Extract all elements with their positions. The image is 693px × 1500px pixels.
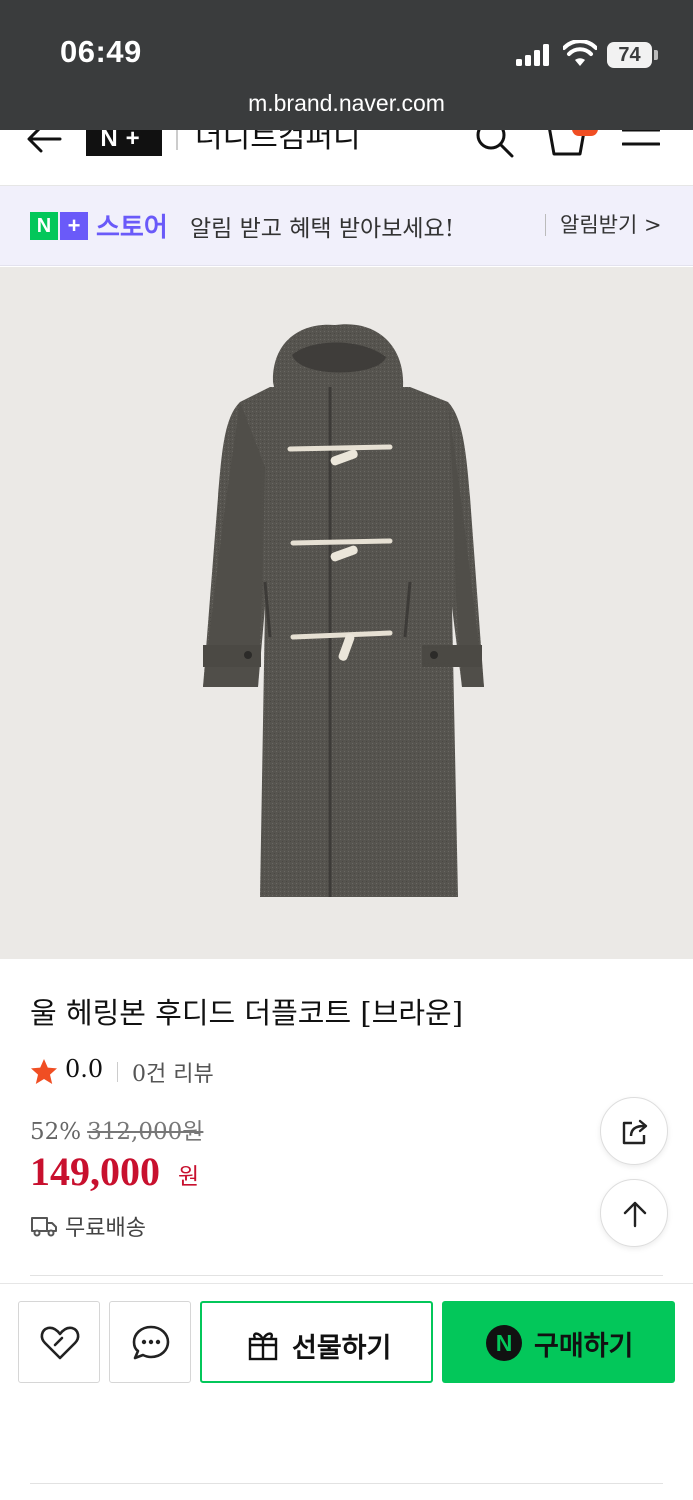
banner-message: 알림 받고 혜택 받아보세요! xyxy=(190,216,454,242)
search-icon[interactable] xyxy=(474,130,514,158)
product-image[interactable] xyxy=(0,267,693,959)
sale-price: 149,000 xyxy=(30,1149,160,1194)
arrow-up-icon xyxy=(623,1201,647,1228)
wishlist-button[interactable] xyxy=(18,1301,100,1383)
status-bar: 06:49 74 m.brand.naver.com xyxy=(0,0,693,130)
battery-nub xyxy=(654,50,658,60)
footer-divider xyxy=(30,1483,663,1484)
share-icon xyxy=(622,1119,648,1145)
cart-badge xyxy=(572,130,598,136)
review-count[interactable]: 0건 리뷰 xyxy=(132,1056,214,1088)
gift-label: 선물하기 xyxy=(292,1333,392,1364)
npay-icon: N xyxy=(486,1325,522,1361)
store-header: N+ 더니트컴퍼니 xyxy=(0,130,693,186)
buy-label: 구매하기 xyxy=(534,1331,634,1362)
chat-icon xyxy=(132,1325,170,1360)
address-bar-url[interactable]: m.brand.naver.com xyxy=(0,90,693,117)
heart-icon xyxy=(40,1326,80,1360)
store-logo-plus: + xyxy=(60,212,88,240)
scroll-top-button[interactable] xyxy=(600,1179,668,1247)
share-button[interactable] xyxy=(600,1097,668,1165)
original-price: 312,000원 xyxy=(87,1119,204,1145)
rating-separator xyxy=(117,1062,118,1082)
wifi-icon xyxy=(563,40,597,66)
back-arrow-icon[interactable] xyxy=(26,130,62,154)
sale-price-unit: 원 xyxy=(178,1164,200,1190)
brand-name[interactable]: 더니트컴퍼니 xyxy=(195,130,361,156)
nplus-logo[interactable]: N+ xyxy=(86,130,162,156)
bottom-action-bar: 선물하기 N 구매하기 xyxy=(0,1283,693,1393)
truck-icon xyxy=(31,1217,57,1237)
product-title: 울 헤링본 후디드 더플코트 [브라운] xyxy=(30,996,464,1030)
talk-button[interactable] xyxy=(109,1301,191,1383)
buy-button[interactable]: N 구매하기 xyxy=(442,1301,675,1383)
logo-divider xyxy=(176,130,178,150)
shipping-text: 무료배송 xyxy=(65,1216,146,1241)
menu-icon[interactable] xyxy=(622,130,660,156)
store-logo-n: N xyxy=(30,212,58,240)
section-divider xyxy=(30,1275,663,1276)
status-time: 06:49 xyxy=(60,34,142,69)
gift-icon xyxy=(248,1332,278,1361)
duffle-coat-illustration xyxy=(203,324,484,897)
notification-subscribe-link[interactable]: 알림받기 > xyxy=(560,209,662,239)
store-label: 스토어 xyxy=(96,213,168,243)
star-icon xyxy=(31,1059,57,1084)
battery-indicator: 74 xyxy=(607,42,652,68)
signal-icon xyxy=(516,44,552,66)
gift-button[interactable]: 선물하기 xyxy=(200,1301,433,1383)
banner-divider xyxy=(545,214,546,236)
discount-row: 52% 312,000원 xyxy=(30,1112,203,1146)
discount-rate: 52% xyxy=(30,1119,82,1145)
rating-value: 0.0 xyxy=(65,1055,104,1083)
